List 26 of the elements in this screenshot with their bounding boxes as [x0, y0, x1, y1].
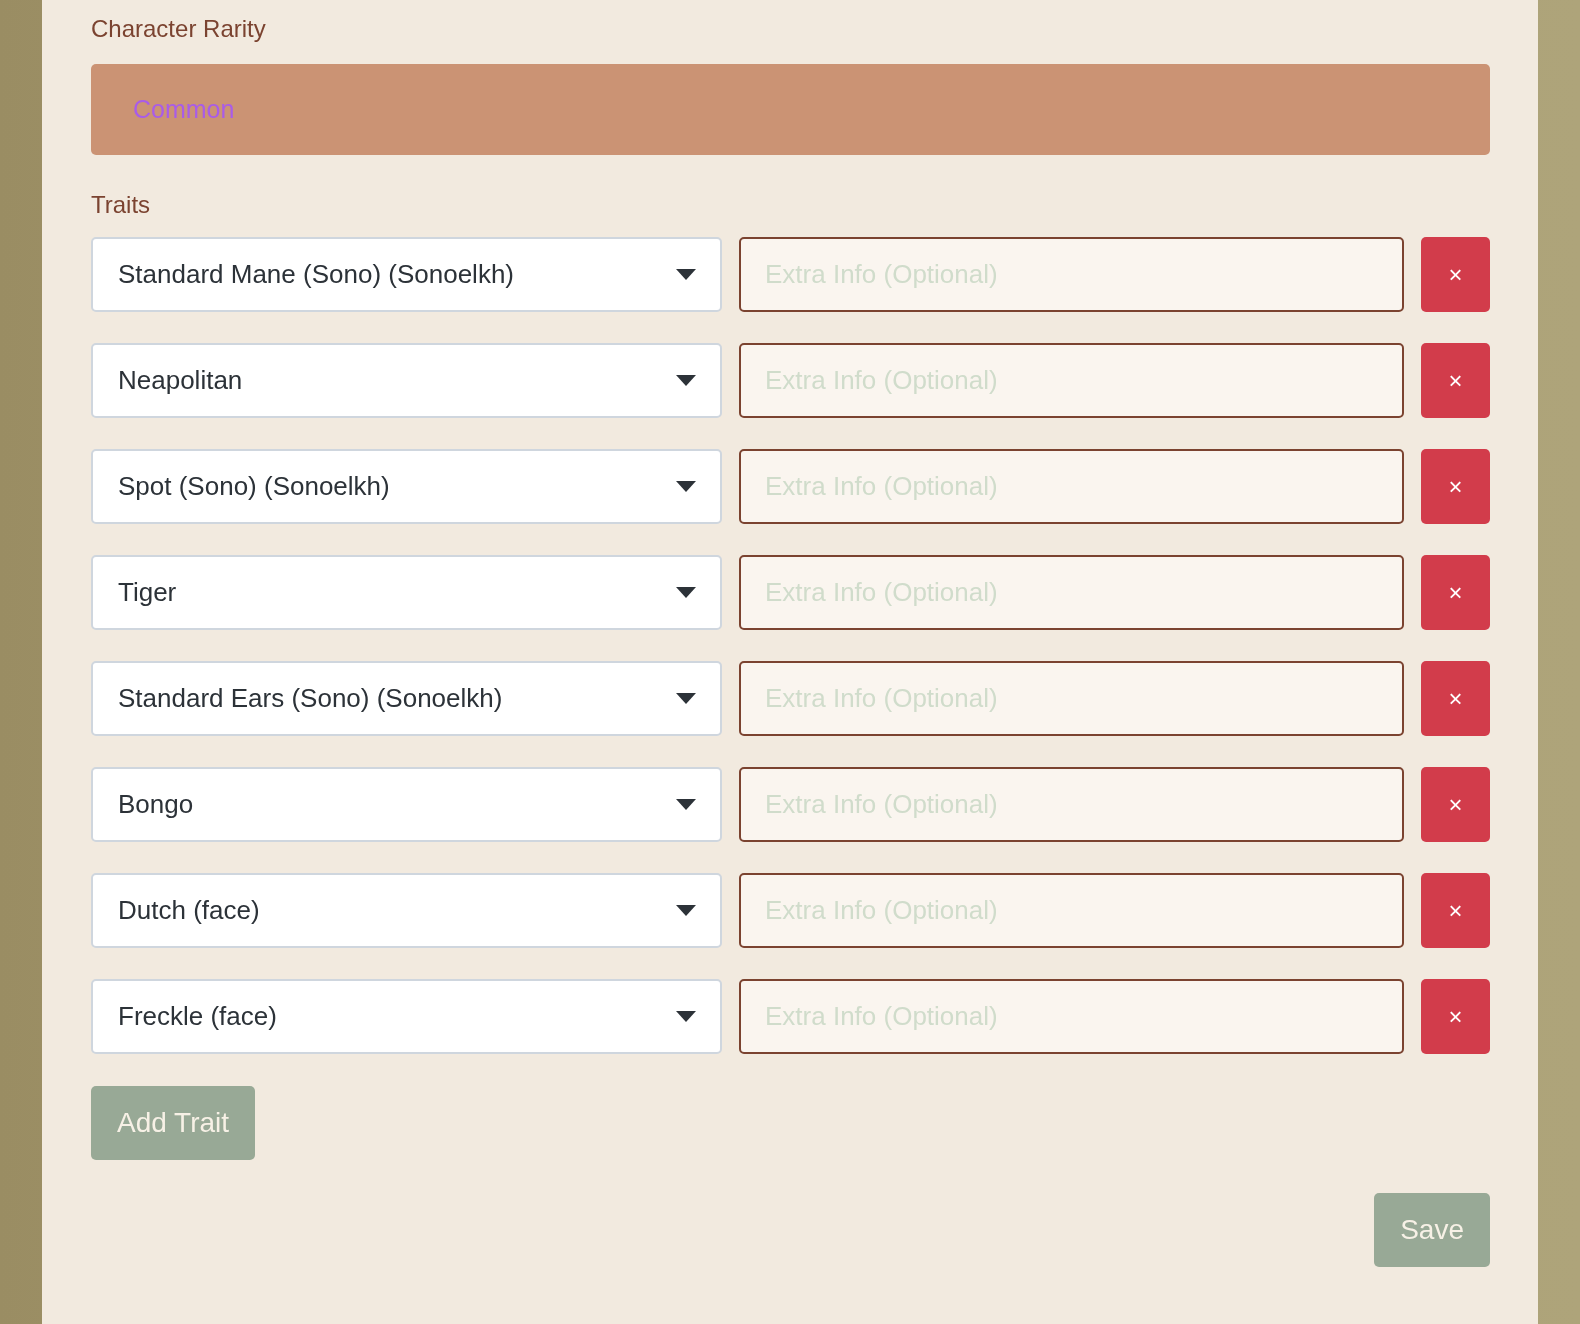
- trait-select[interactable]: Dutch (face): [91, 873, 722, 948]
- caret-icon: [676, 799, 696, 810]
- field-label: Character Rarity: [91, 15, 266, 42]
- remove-button[interactable]: ×: [1421, 555, 1490, 630]
- remove-button[interactable]: ×: [1421, 449, 1490, 524]
- trait-select[interactable]: Tiger: [91, 555, 722, 630]
- field-label: Traits: [91, 191, 151, 218]
- trait-select[interactable]: Neapolitan: [91, 343, 722, 418]
- trait-select[interactable]: Freckle (face): [91, 979, 722, 1054]
- trait-select[interactable]: Spot (Sono) (Sonoelkh): [91, 449, 722, 524]
- remove-button[interactable]: ×: [1421, 873, 1490, 948]
- caret-icon: [676, 1011, 696, 1022]
- caret-icon: [676, 905, 696, 916]
- caret-icon: [676, 481, 696, 492]
- remove-button[interactable]: ×: [1421, 661, 1490, 736]
- caret-icon: [676, 269, 696, 280]
- trait-select[interactable]: Bongo: [91, 767, 722, 842]
- trait-select[interactable]: Standard Mane (Sono) (Sonoelkh): [91, 237, 722, 312]
- caret-icon: [676, 375, 696, 386]
- remove-button[interactable]: ×: [1421, 979, 1490, 1054]
- caret-icon: [676, 587, 696, 598]
- remove-button[interactable]: ×: [1421, 237, 1490, 312]
- caret-icon: [676, 693, 696, 704]
- remove-button[interactable]: ×: [1421, 343, 1490, 418]
- remove-button[interactable]: ×: [1421, 767, 1490, 842]
- trait-select[interactable]: Standard Ears (Sono) (Sonoelkh): [91, 661, 722, 736]
